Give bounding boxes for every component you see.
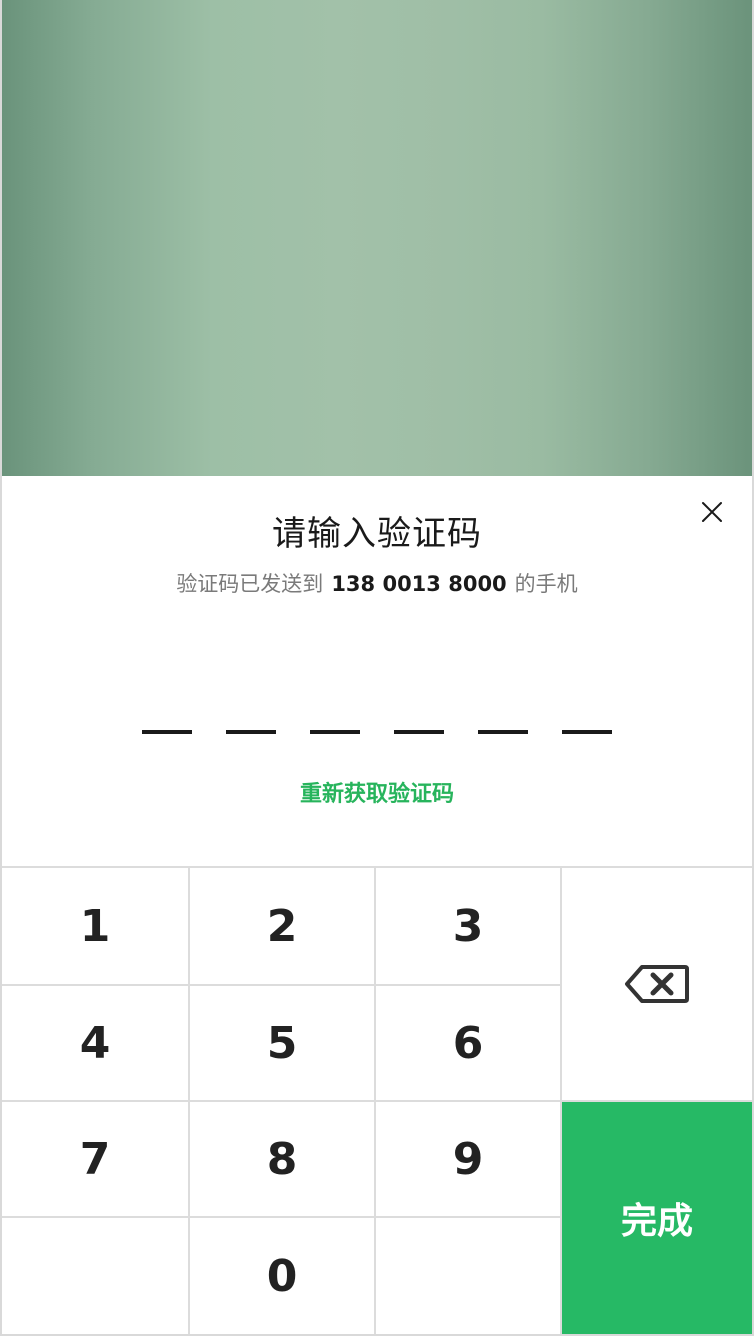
sent-to-message: 验证码已发送到 138 0013 8000 的手机 <box>2 568 752 598</box>
key-2[interactable]: 2 <box>190 868 374 984</box>
page-title: 请输入验证码 <box>272 514 482 554</box>
key-4[interactable]: 4 <box>2 986 188 1100</box>
divider <box>2 1216 560 1218</box>
key-6[interactable]: 6 <box>376 986 560 1100</box>
subtitle-suffix: 的手机 <box>514 572 578 596</box>
key-8[interactable]: 8 <box>190 1102 374 1216</box>
key-blank-right <box>376 1218 560 1334</box>
code-slot-5 <box>478 730 528 734</box>
resend-code-link[interactable]: 重新获取验证码 <box>2 776 752 808</box>
background-image <box>2 0 752 476</box>
divider <box>2 1100 752 1102</box>
verification-sheet: 请输入验证码 验证码已发送到 138 0013 8000 的手机 重新获取验证码 1… <box>2 476 752 1334</box>
code-slot-1 <box>142 730 192 734</box>
key-7[interactable]: 7 <box>2 1102 188 1216</box>
key-0[interactable]: 0 <box>190 1218 374 1334</box>
phone-number: 138 0013 8000 <box>331 572 507 596</box>
key-9[interactable]: 9 <box>376 1102 560 1216</box>
code-slot-6 <box>562 730 612 734</box>
key-3[interactable]: 3 <box>376 868 560 984</box>
code-slot-2 <box>226 730 276 734</box>
key-5[interactable]: 5 <box>190 986 374 1100</box>
divider <box>2 984 560 986</box>
subtitle-prefix: 验证码已发送到 <box>176 572 324 596</box>
number-keypad: 1 2 3 4 5 6 7 8 9 0 完成 <box>2 866 752 1334</box>
code-slot-3 <box>310 730 360 734</box>
code-input[interactable] <box>142 730 614 734</box>
backspace-icon <box>625 965 689 1003</box>
code-slot-4 <box>394 730 444 734</box>
key-1[interactable]: 1 <box>2 868 188 984</box>
done-button[interactable]: 完成 <box>562 1102 752 1334</box>
delete-button[interactable] <box>562 868 752 1100</box>
key-blank <box>2 1218 188 1334</box>
